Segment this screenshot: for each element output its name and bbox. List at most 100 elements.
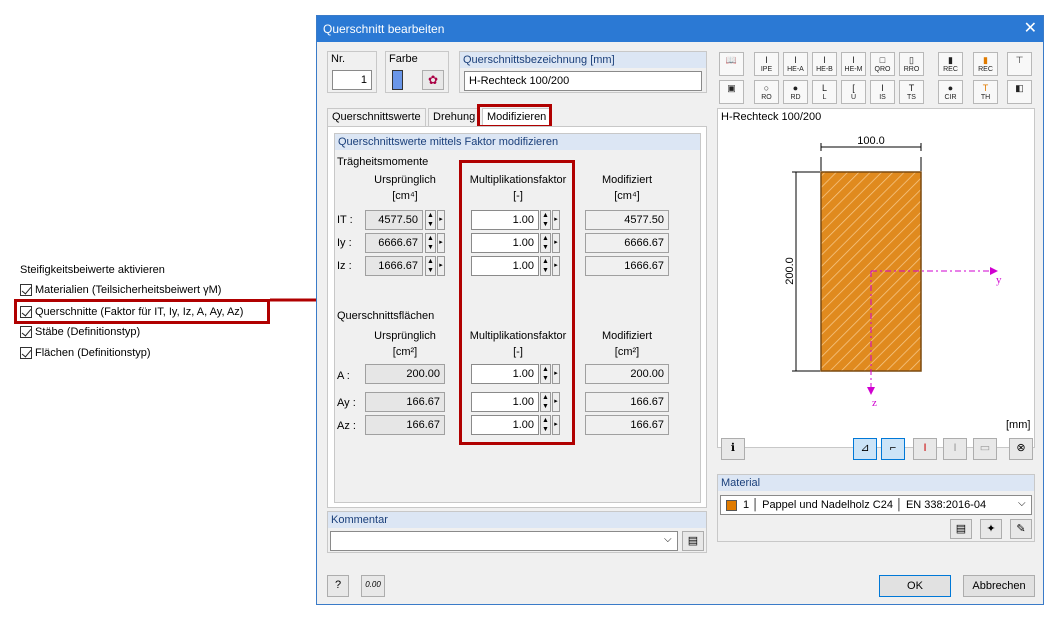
nr-label: Nr. [331,53,346,65]
axis-y-label: y [996,274,1002,286]
arrow-right-icon[interactable]: ▸ [437,256,445,276]
color-group: Farbe ✿ [385,51,449,93]
area-mod-unit: [cm²] [614,346,640,358]
inertia-mod-unit: [cm⁴] [614,190,640,202]
dimension-icon[interactable]: ⊿ [853,438,877,460]
row-label-ay: Ay : [337,397,356,409]
spin-icon[interactable]: ▲ ▼ [425,233,436,253]
inertia-title: Trägheitsmomente [337,156,429,168]
check-icon[interactable] [20,306,32,318]
hem-icon[interactable]: I HE-M [841,52,866,76]
designation-input[interactable]: H-Rechteck 100/200 [464,71,702,91]
mod-value-az: 166.67 [585,415,669,435]
comment-group: Kommentar ⌵ ▤ [327,511,707,553]
chevron-down-icon[interactable]: ⌵ [664,534,672,545]
mod-value-ay: 166.67 [585,392,669,412]
arrow-right-icon[interactable]: ▸ [437,233,445,253]
spin-icon[interactable]: ▲ ▼ [425,210,436,230]
rd-icon[interactable]: ● RD [783,80,808,104]
orig-value-az: 166.67 [365,415,445,435]
rro-icon[interactable]: ▯ RRO [899,52,924,76]
check-icon[interactable] [20,284,32,296]
unit-label: [mm] [1006,419,1031,431]
heb-icon[interactable]: I HE-B [812,52,837,76]
area-orig-unit: [cm²] [392,346,418,358]
zoom-icon[interactable]: ⊗ [1009,438,1033,460]
values-icon[interactable]: ▭ [973,438,997,460]
stiffness-title: Steifigkeitsbeiwerte aktivieren [20,264,165,276]
inertia-orig-unit: [cm⁴] [392,190,418,202]
arrow-right-icon[interactable]: ▸ [437,210,445,230]
checkbox-surfaces[interactable]: Flächen (Definitionstyp) [20,345,151,361]
is-icon[interactable]: I IS [870,80,895,104]
profile-3d-icon[interactable]: ⊤ [1007,52,1032,76]
palette-icon[interactable]: ✿ [422,70,444,90]
u-icon[interactable]: [U [841,80,866,104]
units-icon[interactable]: 0.00 [361,575,385,597]
ts-icon[interactable]: T TS [899,80,924,104]
qro-icon[interactable]: □ QRO [870,52,895,76]
orig-value-a: 200.00 [365,364,445,384]
orig-value-iy: 6666.67 [365,233,423,253]
cir-icon[interactable]: ● CIR [938,80,963,104]
edit-section-dialog: Querschnitt bearbeiten ✕ Nr. 1 Farbe ✿ Q… [316,15,1044,605]
row-label-az: Az : [337,420,356,432]
l-icon[interactable]: LL [812,80,837,104]
area-mod-header: Modifiziert [601,330,653,342]
orig-value-iz: 1666.67 [365,256,423,276]
rec-icon[interactable]: ▮ REC [938,52,963,76]
tab-rotation[interactable]: Drehung [428,108,481,126]
ok-button[interactable]: OK [879,575,951,597]
mod-value-iy: 6666.67 [585,233,669,253]
section-outline-icon[interactable]: I [943,438,967,460]
material-library-icon[interactable]: ▤ [950,519,972,539]
checkbox-members[interactable]: Stäbe (Definitionstyp) [20,324,140,340]
hea-icon[interactable]: I HE-A [783,52,808,76]
ipe-icon[interactable]: I IPE [754,52,779,76]
row-label-iz: Iz : [337,260,352,272]
help-icon[interactable]: ? [327,575,349,597]
chevron-down-icon[interactable]: ⌵ [1018,498,1026,509]
box-3d-icon[interactable]: ◧ [1007,80,1032,104]
spin-icon[interactable]: ▲ ▼ [425,256,436,276]
tab-section-values[interactable]: Querschnittswerte [327,108,426,126]
check-icon[interactable] [20,347,32,359]
material-group: Material 1 │ Pappel und Nadelholz C24 │ … [717,474,1035,542]
material-label: Material [718,475,1034,491]
axes-icon[interactable]: ⌐ [881,438,905,460]
designation-label: Querschnittsbezeichnung [mm] [460,52,706,68]
nr-input[interactable]: 1 [332,70,372,90]
edit-material-icon[interactable]: ✎ [1010,519,1032,539]
area-orig-header: Ursprünglich [374,330,436,342]
check-icon[interactable] [20,326,32,338]
mod-value-it: 4577.50 [585,210,669,230]
inertia-mod-header: Modifiziert [601,174,653,186]
orig-value-it: 4577.50 [365,210,423,230]
axis-z-label: z [872,397,877,409]
designation-group: Querschnittsbezeichnung [mm] H-Rechteck … [459,51,707,93]
orig-value-ay: 166.67 [365,392,445,412]
material-select[interactable]: 1 │ Pappel und Nadelholz C24 │ EN 338:20… [720,495,1032,515]
book-icon[interactable]: 📖 [719,52,744,76]
library-icon[interactable]: ▤ [682,531,704,551]
mod-value-iz: 1666.67 [585,256,669,276]
camera-icon[interactable]: ▣ [719,80,744,104]
cancel-button[interactable]: Abbrechen [963,575,1035,597]
modify-group: Querschnittswerte mittels Faktor modifiz… [334,133,701,503]
dialog-titlebar: Querschnitt bearbeiten [317,16,1043,42]
row-label-iy: Iy : [337,237,352,249]
ro-icon[interactable]: ○ RO [754,80,779,104]
dim-width-label: 100.0 [857,135,885,147]
th-icon[interactable]: T TH [973,80,998,104]
checkbox-label: Flächen (Definitionstyp) [35,347,151,359]
checkbox-materials[interactable]: Materialien (Teilsicherheitsbeiwert γM) [20,282,221,298]
stress-points-icon[interactable]: I [913,438,937,460]
new-material-icon[interactable]: ✦ [980,519,1002,539]
checkbox-sections[interactable]: Querschnitte (Faktor für IT, Iy, Iz, A, … [20,304,243,320]
info-icon[interactable]: ℹ [721,438,745,460]
rec-wood-icon[interactable]: ▮ REC [973,52,998,76]
close-icon[interactable]: ✕ [1024,16,1037,42]
section-type-toolbar: 📖 I IPE I HE-A I HE-B I HE-M □ QRO ▯ RRO ▮ REC … [717,52,1035,108]
comment-input[interactable] [330,531,678,551]
checkbox-label: Materialien (Teilsicherheitsbeiwert γM) [35,284,222,296]
